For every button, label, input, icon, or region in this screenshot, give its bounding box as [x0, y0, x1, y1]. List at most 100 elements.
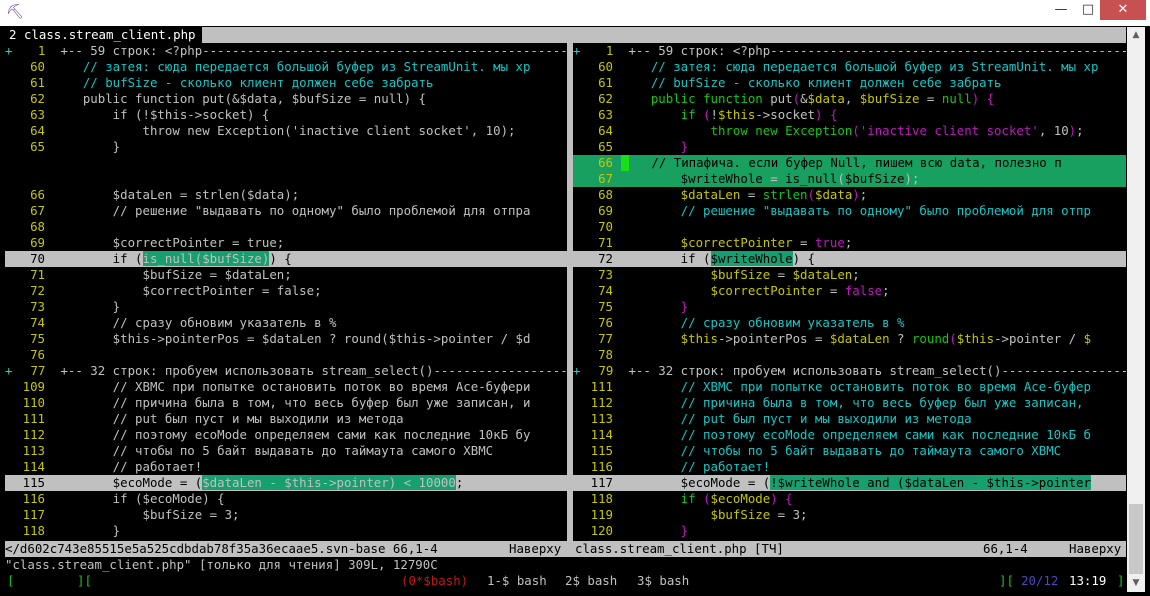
code-token: $writeWhole — [621, 171, 763, 186]
code-token: Exception — [785, 123, 853, 138]
code-token: // сразу обновим указатель в % — [621, 315, 905, 330]
code-token: public — [621, 91, 696, 106]
code-token: $bufSize — [621, 267, 771, 282]
line-number: 73 — [30, 299, 45, 314]
fold-summary[interactable]: +-- 32 строк: пробуем использовать strea… — [621, 363, 1126, 378]
maximize-button[interactable]: □ — [1073, 0, 1103, 20]
line-number: 66 — [30, 187, 45, 202]
line-gutter: 64 — [573, 123, 621, 139]
code-line: 78 — [573, 347, 1126, 363]
status-left-file: </d602c743e85515e5a525cdbdab78f35a36ecaa… — [5, 541, 438, 556]
code-token: ! — [710, 107, 719, 122]
code-token: // ХВМС при попытке остановить поток во … — [53, 379, 531, 394]
line-number: 70 — [598, 219, 613, 234]
line-number: 68 — [30, 219, 45, 234]
line-gutter: 77 — [573, 331, 621, 347]
code-token: $ — [1083, 331, 1092, 346]
fold-line: + 77 +-- 32 строк: пробуем использовать … — [5, 363, 567, 379]
putty-icon[interactable]: ⛏ — [6, 3, 24, 21]
code-line: 71 $correctPointer = true; — [573, 235, 1126, 251]
line-number: 76 — [598, 315, 613, 330]
line-gutter: 67 — [5, 203, 53, 219]
code-token: // работает! — [621, 459, 771, 474]
line-gutter: + 1 — [5, 43, 53, 59]
code-line: 116 // работает! — [573, 459, 1126, 475]
status-right-file: class.stream_client.php [ТЧ] — [575, 541, 784, 556]
line-gutter: 111 — [5, 411, 53, 427]
code-token: , 10 — [1038, 123, 1069, 138]
line-number: 1 — [605, 43, 614, 58]
line-gutter: 75 — [573, 299, 621, 315]
code-token: true — [814, 235, 845, 250]
code-line: 61 // bufSize - сколько клиент должен се… — [573, 75, 1126, 91]
screen-window-0-active[interactable]: (0*$bash) — [401, 573, 468, 589]
code-line: 117 $bufSize = 3; — [5, 507, 567, 523]
vertical-scrollbar[interactable]: ▲ ▼ — [1127, 27, 1145, 592]
diff-pane-right[interactable]: + 1 +-- 59 строк: <?php-----------------… — [573, 43, 1126, 541]
window-titlebar: ⛏ — □ ✕ — [0, 0, 1150, 26]
scroll-down-arrow-icon[interactable]: ▼ — [1127, 575, 1145, 592]
line-gutter: 115 — [5, 475, 53, 491]
fold-summary[interactable]: +-- 59 строк: <?php---------------------… — [621, 43, 1126, 58]
code-token: ) — [1068, 123, 1077, 138]
code-token: } — [621, 299, 689, 314]
line-gutter: 72 — [573, 251, 621, 267]
code-token: $correctPointer = true; — [53, 235, 285, 250]
screen-window-1[interactable]: 1-$ bash — [487, 573, 547, 589]
code-token: null — [941, 91, 972, 106]
code-line: 65 } — [573, 139, 1126, 155]
screen-window-3[interactable]: 3$ bash — [637, 573, 689, 589]
line-gutter: 110 — [5, 395, 53, 411]
code-token: ; — [844, 235, 853, 250]
code-token: // bufSize - сколько клиент должен себе … — [53, 75, 434, 90]
code-token: if — [621, 491, 696, 506]
line-number: 115 — [590, 443, 613, 458]
code-line: 119 $bufSize = 3; — [573, 507, 1126, 523]
line-number: 72 — [30, 283, 45, 298]
code-token: = — [919, 91, 942, 106]
hardstatus-separator-left: ][ — [77, 573, 92, 588]
code-token: $bufSize — [621, 507, 771, 522]
fold-summary[interactable]: +-- 59 строк: <?php---------------------… — [53, 43, 567, 58]
code-line: 62 public function put(&$data, $bufSize … — [5, 91, 567, 107]
line-number: 60 — [30, 59, 45, 74]
terminal-area[interactable]: 2 class.stream_client.php + 1 +-- 59 стр… — [5, 27, 1126, 592]
minimize-button[interactable]: — — [1046, 0, 1076, 20]
scrollbar-thumb[interactable] — [1129, 504, 1143, 574]
line-gutter: 118 — [5, 523, 53, 539]
code-token: false — [844, 283, 883, 298]
code-line: 60 // затея: сюда передается большой буф… — [573, 59, 1126, 75]
hardstatus-date: 20/12 — [1021, 573, 1059, 588]
code-line: 111 // ХВМС при попытке остановить поток… — [573, 379, 1126, 395]
line-number: 61 — [30, 75, 45, 90]
diff-pane-left[interactable]: + 1 +-- 59 строк: <?php-----------------… — [5, 43, 567, 541]
code-token: $this — [956, 331, 995, 346]
line-gutter: 117 — [5, 507, 53, 523]
code-token: ( — [703, 491, 711, 506]
code-token: } — [53, 139, 121, 154]
fold-summary[interactable]: +-- 32 строк: пробуем использовать strea… — [53, 363, 567, 378]
line-gutter: 74 — [573, 283, 621, 299]
code-line: 118 } — [5, 523, 567, 539]
vim-tab-active[interactable]: 2 class.stream_client.php — [5, 27, 202, 43]
tab-filename: class.stream_client.php — [23, 27, 196, 42]
line-number: 72 — [598, 251, 613, 266]
close-button[interactable]: ✕ — [1100, 0, 1146, 20]
code-token: $data — [814, 187, 853, 202]
code-line: 75 } — [573, 299, 1126, 315]
scroll-up-arrow-icon[interactable]: ▲ — [1127, 27, 1145, 44]
code-token: = — [822, 283, 845, 298]
code-token: public function put(&$data, $bufSize = n… — [53, 91, 426, 106]
code-line: 64 throw new Exception('inactive client … — [5, 123, 567, 139]
line-number: 71 — [30, 267, 45, 282]
line-number: 64 — [598, 123, 613, 138]
code-line: 76 // сразу обновим указатель в % — [573, 315, 1126, 331]
line-gutter: 112 — [573, 395, 621, 411]
line-number: 116 — [22, 491, 45, 506]
screen-window-2[interactable]: 2$ bash — [565, 573, 617, 589]
line-gutter: + 77 — [5, 363, 53, 379]
code-line: 120 } — [573, 523, 1126, 539]
code-line: 77 $this->pointerPos = $dataLen ? round(… — [573, 331, 1126, 347]
